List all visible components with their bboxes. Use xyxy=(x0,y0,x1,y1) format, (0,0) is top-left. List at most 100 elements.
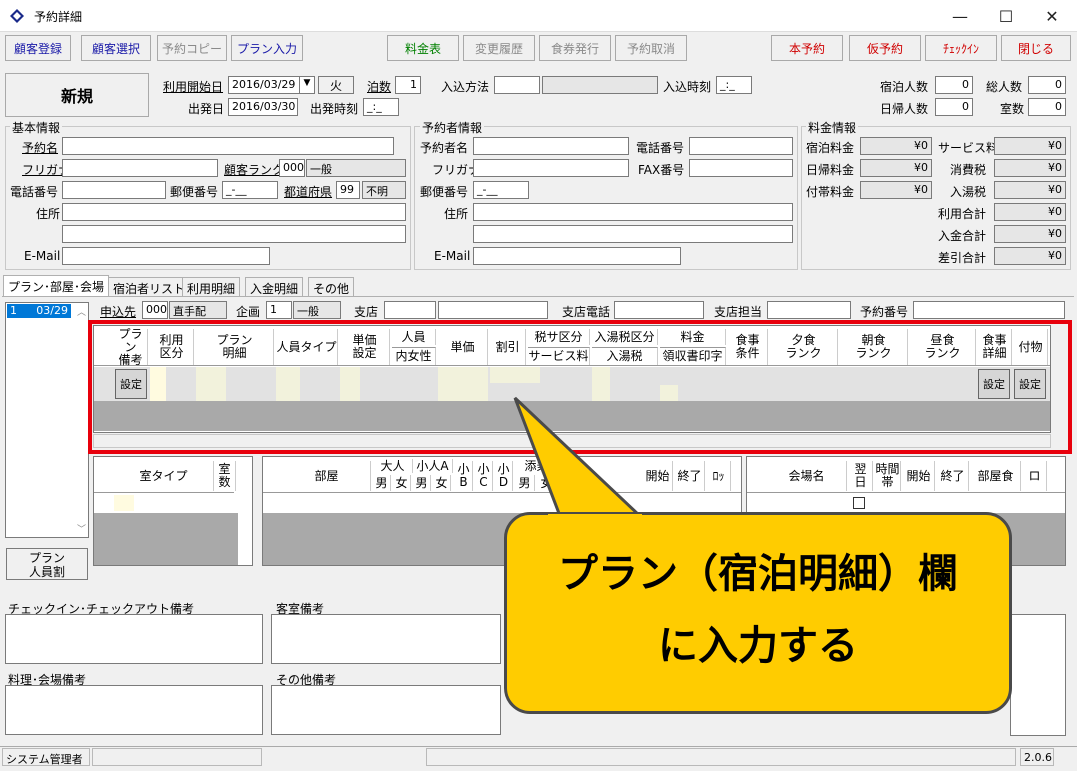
entry-method-label: 入込方法 xyxy=(441,80,490,94)
address-field-1[interactable] xyxy=(62,203,406,221)
plan-people-button[interactable]: プラン 人員割 xyxy=(6,548,88,580)
tab-payment-detail[interactable]: 入金明細 xyxy=(245,277,304,297)
status-version: 2.0.6 xyxy=(1020,748,1054,766)
cancel-reservation-button[interactable]: 予約取消 xyxy=(615,35,687,61)
email-field[interactable] xyxy=(62,247,270,265)
status-message xyxy=(426,748,1016,766)
guest-select-button[interactable]: 顧客選択 xyxy=(81,35,151,61)
tab-guest-list[interactable]: 宿泊者リスト xyxy=(108,277,191,297)
rate-table-button[interactable]: 料金表 xyxy=(387,35,459,61)
guest-register-button[interactable]: 顧客登録 xyxy=(5,35,71,61)
applicant-name-field: 直手配 xyxy=(169,301,227,319)
start-date-field[interactable]: 2016/03/29 xyxy=(228,76,302,94)
booker-email-field[interactable] xyxy=(473,247,681,265)
col-lo: ﾛｯ xyxy=(707,461,731,491)
tentative-reservation-button[interactable]: 仮予約 xyxy=(849,35,921,61)
nights-field[interactable]: 1 xyxy=(395,76,421,94)
booker-address-field-2[interactable] xyxy=(473,225,793,243)
maximize-icon[interactable]: ☐ xyxy=(983,0,1029,32)
col-end: 終了 xyxy=(675,461,705,491)
col-adult: 大人 xyxy=(373,459,413,473)
table-cell[interactable] xyxy=(114,495,134,511)
booker-name-field[interactable] xyxy=(473,137,629,155)
date-list[interactable]: 1 03/29 ︿ ﹀ xyxy=(5,302,89,538)
callout-line-1: プラン（宿泊明細）欄 xyxy=(558,551,958,597)
project-code-field[interactable]: 1 xyxy=(266,301,292,319)
status-panel xyxy=(92,748,262,766)
usage-total-field: ¥0 xyxy=(994,203,1066,221)
rank-name-field: 一般 xyxy=(306,159,406,177)
bath-tax-field: ¥0 xyxy=(994,181,1066,199)
furigana-field[interactable] xyxy=(62,159,218,177)
branch-name-field[interactable] xyxy=(438,301,548,319)
tab-other[interactable]: その他 xyxy=(308,277,355,297)
minimize-icon[interactable]: — xyxy=(937,0,983,32)
reservation-no-label: 予約番号 xyxy=(860,305,909,319)
close-window-icon[interactable]: ✕ xyxy=(1029,0,1075,32)
chevron-down-icon[interactable]: ▼ xyxy=(299,76,315,94)
entry-method-name-field xyxy=(542,76,658,94)
meal-ticket-button[interactable]: 食券発行 xyxy=(539,35,611,61)
col-attendant-female: 女 xyxy=(537,475,557,491)
stay-fee-field: ¥0 xyxy=(860,137,932,155)
depart-time-label: 出発時刻 xyxy=(310,102,359,116)
tab-usage-detail[interactable]: 利用明細 xyxy=(182,277,241,297)
applicant-code-field[interactable]: 000 xyxy=(142,301,168,319)
col-child-d: 小 D xyxy=(495,461,513,491)
col-child-a-male: 男 xyxy=(413,475,431,491)
stay-count-field: 0 xyxy=(935,76,973,94)
applicant-label: 申込先 xyxy=(100,305,137,319)
branch-phone-label: 支店電話 xyxy=(562,305,611,319)
stay-fee-label: 宿泊料金 xyxy=(806,141,855,155)
callout-joint xyxy=(548,514,642,520)
scroll-up-icon[interactable]: ︿ xyxy=(77,305,86,318)
next-day-checkbox[interactable] xyxy=(853,497,865,509)
depart-date-field[interactable]: 2016/03/30 xyxy=(228,98,298,116)
branch-code-field[interactable] xyxy=(384,301,436,319)
check-in-button[interactable]: ﾁｪｯｸｲﾝ xyxy=(925,35,997,61)
booker-furigana-field[interactable] xyxy=(473,159,629,177)
list-item[interactable]: 1 03/29 xyxy=(7,304,71,318)
plan-input-button[interactable]: プラン入力 xyxy=(231,35,303,61)
extra-note-textarea[interactable] xyxy=(1010,614,1066,736)
cuisine-note-textarea[interactable] xyxy=(5,685,263,735)
close-button[interactable]: 閉じる xyxy=(1001,35,1071,61)
scroll-down-icon[interactable]: ﹀ xyxy=(77,522,86,535)
reservation-name-label: 予約名 xyxy=(22,141,59,155)
col-adult-male: 男 xyxy=(373,475,391,491)
status-user: システム管理者 xyxy=(2,748,90,766)
reservation-copy-button[interactable]: 予約コピー xyxy=(157,35,227,61)
branch-staff-label: 支店担当 xyxy=(714,305,763,319)
checkin-note-textarea[interactable] xyxy=(5,614,263,664)
postal-label: 郵便番号 xyxy=(170,185,219,199)
postal-field[interactable]: _-__ xyxy=(222,181,278,199)
depart-time-field[interactable]: _:_ xyxy=(363,98,399,116)
rank-label: 顧客ランク xyxy=(224,163,285,177)
room-type-grid[interactable]: 室タイプ 室 数 xyxy=(93,456,253,566)
other-note-textarea[interactable] xyxy=(271,685,501,735)
reservation-name-field[interactable] xyxy=(62,137,394,155)
col-attendant: 添乗 xyxy=(515,459,559,473)
booker-address-field-1[interactable] xyxy=(473,203,793,221)
booker-email-label: E-Mail xyxy=(434,249,471,263)
room-note-textarea[interactable] xyxy=(271,614,501,664)
booker-fax-field[interactable] xyxy=(689,159,793,177)
booker-postal-field[interactable]: _-__ xyxy=(473,181,529,199)
col-child-c: 小 C xyxy=(475,461,493,491)
prefecture-code-field[interactable]: 99 xyxy=(336,181,360,199)
branch-staff-field[interactable] xyxy=(767,301,851,319)
tab-plan-room-venue[interactable]: プラン･部屋･会場 xyxy=(3,275,110,297)
branch-phone-field[interactable] xyxy=(614,301,704,319)
phone-field[interactable] xyxy=(62,181,166,199)
booker-phone-field[interactable] xyxy=(689,137,793,155)
entry-time-field[interactable]: _:_ xyxy=(716,76,752,94)
confirm-reservation-button[interactable]: 本予約 xyxy=(771,35,843,61)
entry-method-code-field[interactable] xyxy=(494,76,540,94)
change-history-button[interactable]: 変更履歴 xyxy=(463,35,535,61)
reservation-no-field[interactable] xyxy=(913,301,1065,319)
address-field-2[interactable] xyxy=(62,225,406,243)
service-label: サービス料 xyxy=(938,141,999,155)
rank-code-field[interactable]: 000 xyxy=(279,159,305,177)
booker-address-label: 住所 xyxy=(444,207,469,221)
status-badge: 新規 xyxy=(5,73,149,117)
